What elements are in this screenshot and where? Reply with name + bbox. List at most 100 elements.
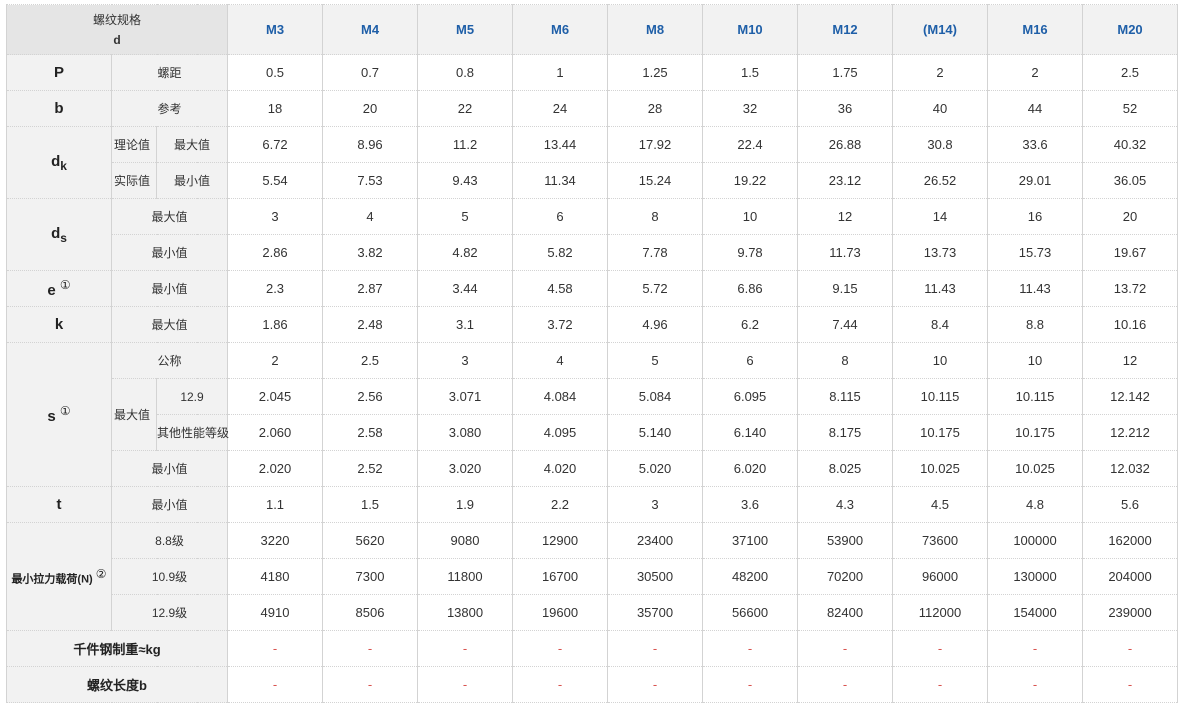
cell: 33.6 bbox=[987, 126, 1084, 163]
cell: 2.5 bbox=[1082, 54, 1179, 91]
row-dk-max: dk 理论值 最大值 6.72 8.96 11.2 13.44 17.92 22… bbox=[6, 126, 1179, 199]
footnote-mark: ① bbox=[59, 278, 71, 292]
cell: 22 bbox=[417, 90, 514, 127]
symbol-dk: dk bbox=[6, 126, 112, 199]
cell: 2.2 bbox=[512, 486, 609, 523]
row-s-max-other: 其他性能等级 2.060 2.58 3.080 4.095 5.140 6.14… bbox=[7, 414, 1179, 451]
size-header: M8 bbox=[607, 4, 704, 55]
cell: 10.115 bbox=[892, 378, 989, 415]
cell: 1.86 bbox=[227, 306, 324, 343]
row-ds-min: 最小值 2.86 3.82 4.82 5.82 7.78 9.78 11.73 … bbox=[7, 234, 1179, 271]
cell: 2.87 bbox=[322, 270, 419, 307]
cell: 3.071 bbox=[417, 378, 514, 415]
cell: 1.75 bbox=[797, 54, 894, 91]
cell: 1.25 bbox=[607, 54, 704, 91]
row-ds-max: ds 最大值 3 4 5 6 8 10 12 14 16 20 bbox=[6, 198, 1179, 271]
cell: 4.82 bbox=[417, 234, 514, 271]
cell: 10.025 bbox=[987, 450, 1084, 487]
cell: 6 bbox=[512, 198, 609, 235]
cell: 11.2 bbox=[417, 126, 514, 163]
cell: 8.025 bbox=[797, 450, 894, 487]
cell: - bbox=[987, 666, 1084, 703]
cell: 36.05 bbox=[1082, 162, 1179, 199]
cell: 10.175 bbox=[892, 414, 989, 451]
row-label: 最大值 bbox=[155, 126, 229, 163]
cell: 5 bbox=[607, 342, 704, 379]
cell: - bbox=[892, 666, 989, 703]
load-label: 最小拉力载荷(N) bbox=[11, 573, 93, 586]
cell: - bbox=[512, 666, 609, 703]
cell: - bbox=[417, 666, 514, 703]
group-label: 最大值 bbox=[111, 378, 157, 451]
row-load-88: 最小拉力载荷(N) ② 8.8级 3220 5620 9080 12900 23… bbox=[6, 522, 1179, 631]
size-header: M20 bbox=[1082, 4, 1179, 55]
cell: 4.020 bbox=[512, 450, 609, 487]
row-s-max-129: 最大值 12.9 2.045 2.56 3.071 4.084 5.084 6.… bbox=[7, 378, 1179, 451]
cell: - bbox=[227, 630, 324, 667]
cell: 19.22 bbox=[702, 162, 799, 199]
ds-symbol-text: d bbox=[51, 224, 61, 242]
cell: 30.8 bbox=[892, 126, 989, 163]
symbol-k: k bbox=[6, 306, 112, 343]
cell: 3.080 bbox=[417, 414, 514, 451]
cell: 4 bbox=[322, 198, 419, 235]
cell: 53900 bbox=[797, 522, 894, 559]
cell: 10.175 bbox=[987, 414, 1084, 451]
cell: 16700 bbox=[512, 558, 609, 595]
cell: 6.095 bbox=[702, 378, 799, 415]
cell: 12.142 bbox=[1082, 378, 1179, 415]
cell: 7.53 bbox=[322, 162, 419, 199]
cell: 20 bbox=[1082, 198, 1179, 235]
cell: 8 bbox=[607, 198, 704, 235]
cell: - bbox=[797, 630, 894, 667]
cell: 13.72 bbox=[1082, 270, 1179, 307]
cell: - bbox=[607, 630, 704, 667]
cell: 20 bbox=[322, 90, 419, 127]
symbol-e: e ① bbox=[6, 270, 112, 307]
cell: 29.01 bbox=[987, 162, 1084, 199]
row-k: k 最大值 1.86 2.48 3.1 3.72 4.96 6.2 7.44 8… bbox=[6, 306, 1179, 343]
cell: 26.88 bbox=[797, 126, 894, 163]
cell: 12.212 bbox=[1082, 414, 1179, 451]
size-header: (M14) bbox=[892, 4, 989, 55]
cell: 5 bbox=[417, 198, 514, 235]
cell: - bbox=[512, 630, 609, 667]
row-s-min: 最小值 2.020 2.52 3.020 4.020 5.020 6.020 8… bbox=[7, 450, 1179, 487]
footnote-mark: ① bbox=[59, 404, 71, 418]
cell: 0.5 bbox=[227, 54, 324, 91]
cell: 7.78 bbox=[607, 234, 704, 271]
size-header: M16 bbox=[987, 4, 1084, 55]
cell: 1.1 bbox=[227, 486, 324, 523]
cell: 3220 bbox=[227, 522, 324, 559]
row-b: b 参考 18 20 22 24 28 32 36 40 44 52 bbox=[6, 90, 1179, 127]
cell: 112000 bbox=[892, 594, 989, 631]
cell: - bbox=[322, 630, 419, 667]
cell: 5.82 bbox=[512, 234, 609, 271]
cell: 6 bbox=[702, 342, 799, 379]
cell: 3.6 bbox=[702, 486, 799, 523]
row-weight: 千件钢制重≈kg - - - - - - - - - - bbox=[5, 630, 1179, 667]
cell: - bbox=[417, 630, 514, 667]
cell: - bbox=[227, 666, 324, 703]
cell: 1.5 bbox=[322, 486, 419, 523]
cell: 8.115 bbox=[797, 378, 894, 415]
cell: 24 bbox=[512, 90, 609, 127]
cell: 2 bbox=[227, 342, 324, 379]
size-header: M4 bbox=[322, 4, 419, 55]
dk-subscript: k bbox=[60, 158, 67, 173]
cell: - bbox=[892, 630, 989, 667]
cell: 11800 bbox=[417, 558, 514, 595]
cell: 9080 bbox=[417, 522, 514, 559]
d-label: d bbox=[113, 32, 121, 47]
cell: 48200 bbox=[702, 558, 799, 595]
weight-label: 千件钢制重≈kg bbox=[5, 630, 229, 667]
cell: 10 bbox=[892, 342, 989, 379]
cell: 13800 bbox=[417, 594, 514, 631]
cell: 8.4 bbox=[892, 306, 989, 343]
cell: 4.8 bbox=[987, 486, 1084, 523]
row-e: e ① 最小值 2.3 2.87 3.44 4.58 5.72 6.86 9.1… bbox=[6, 270, 1179, 307]
cell: 9.15 bbox=[797, 270, 894, 307]
cell: 2 bbox=[892, 54, 989, 91]
cell: 3.72 bbox=[512, 306, 609, 343]
row-label: 最大值 bbox=[110, 198, 229, 235]
